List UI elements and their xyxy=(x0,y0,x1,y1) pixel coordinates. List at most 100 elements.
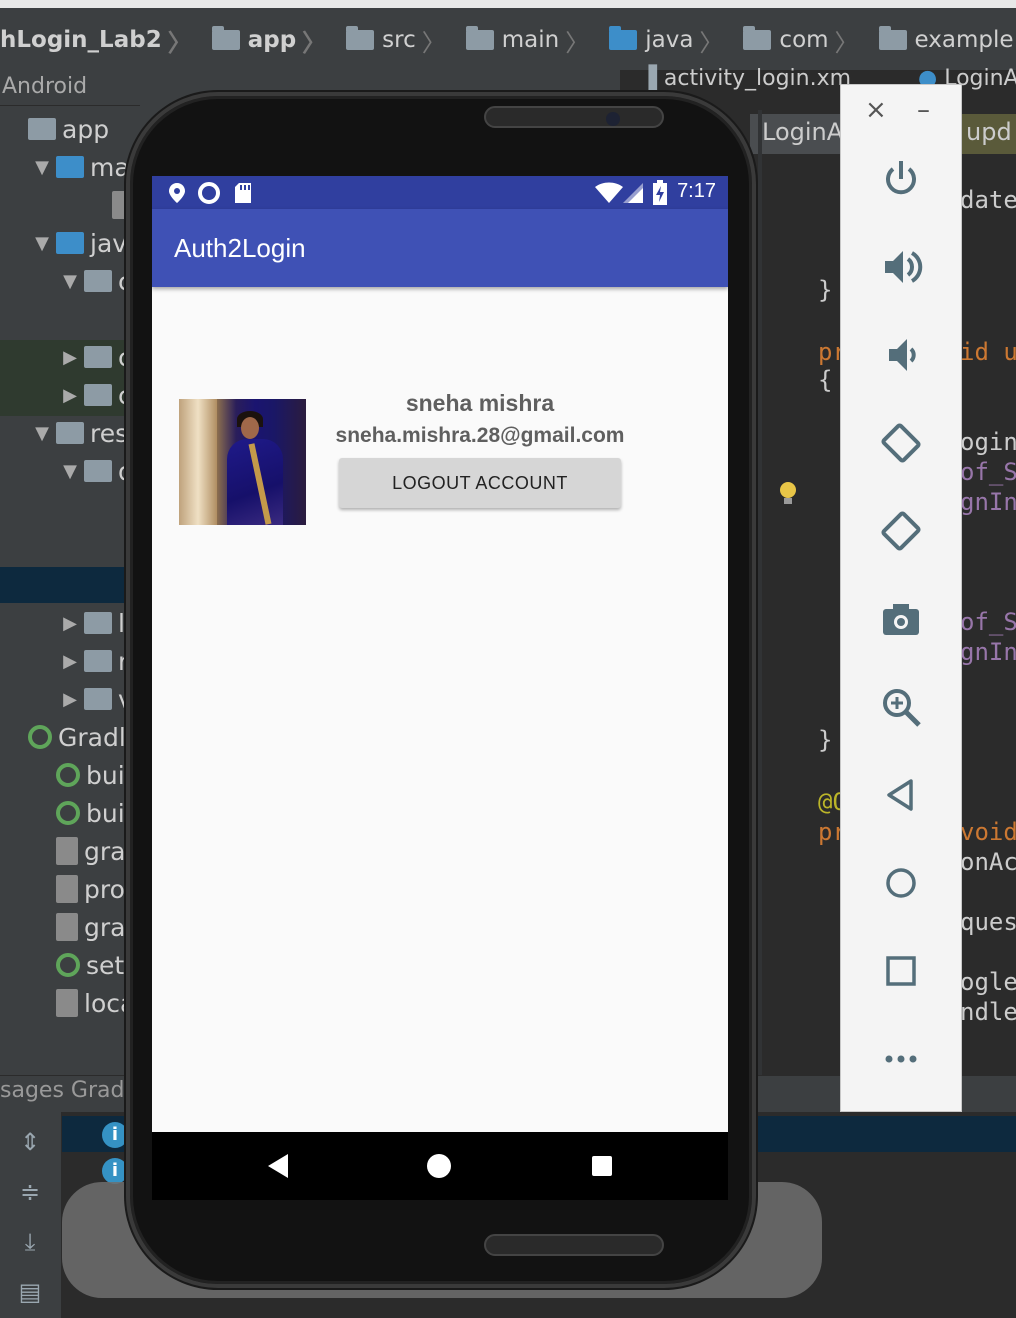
code-fragment: gnIn xyxy=(960,488,1016,516)
close-icon[interactable]: × xyxy=(865,95,887,125)
folder-icon xyxy=(84,688,112,710)
folder-icon xyxy=(84,346,112,368)
download-icon[interactable]: ⤓ xyxy=(16,1228,44,1256)
code-fragment: onAct xyxy=(960,848,1016,876)
folder-icon xyxy=(56,156,84,178)
power-icon[interactable] xyxy=(877,155,925,203)
editor-gutter xyxy=(758,110,762,1075)
breadcrumb-app[interactable]: app 〉 xyxy=(198,23,326,58)
folder-icon xyxy=(878,26,907,50)
folder-icon xyxy=(346,26,375,50)
code-fragment: quest xyxy=(960,908,1016,936)
camera-icon[interactable] xyxy=(877,595,925,643)
tree-item[interactable]: ▼ res xyxy=(28,414,128,452)
code-fragment: ogleS xyxy=(960,968,1016,996)
code-fragment: ndleS xyxy=(960,998,1016,1026)
zoom-icon[interactable] xyxy=(877,683,925,731)
status-bar: 7:17 xyxy=(152,176,728,209)
code-fragment: of_Se xyxy=(960,458,1016,486)
navigation-bar xyxy=(152,1132,728,1200)
user-email: sneha.mishra.28@gmail.com xyxy=(335,424,625,447)
tree-item[interactable]: app xyxy=(0,110,109,148)
volume-up-icon[interactable] xyxy=(877,243,925,291)
tree-item[interactable]: prog xyxy=(28,870,141,908)
nav-overview-icon[interactable] xyxy=(592,1156,612,1176)
gradle-icon xyxy=(56,763,80,787)
expand-arrow-icon[interactable]: ▼ xyxy=(28,423,56,444)
breadcrumb-project[interactable]: hLogin_Lab2 〉 xyxy=(0,23,192,58)
nav-home-icon[interactable] xyxy=(427,1154,451,1178)
minimize-icon[interactable]: – xyxy=(917,95,930,125)
collapse-arrow-icon[interactable]: ▶ xyxy=(56,347,84,368)
editor-tab-layout[interactable]: ▐ activity_login.xm xyxy=(640,66,851,91)
file-icon xyxy=(56,913,78,941)
code-fragment: date xyxy=(960,186,1016,214)
overview-icon[interactable] xyxy=(877,947,925,995)
more-icon[interactable] xyxy=(877,1035,925,1083)
info-icon: i xyxy=(102,1158,128,1184)
sd-card-icon xyxy=(235,183,251,203)
status-time: 7:17 xyxy=(677,180,716,202)
breadcrumb-main[interactable]: main 〉 xyxy=(452,23,589,58)
code-fragment: ogin xyxy=(960,428,1016,456)
app-bar: Auth2Login xyxy=(152,209,728,287)
tree-item-label: res xyxy=(90,418,129,448)
user-name: sneha mishra xyxy=(405,390,555,416)
breadcrumb-com[interactable]: com 〉 xyxy=(729,23,859,58)
gradle-icon xyxy=(28,725,52,749)
code-fragment: } xyxy=(818,726,833,754)
breadcrumb-example[interactable]: example〉 xyxy=(865,23,1016,58)
signal-icon xyxy=(623,183,643,203)
folder-icon xyxy=(84,270,112,292)
folder-icon xyxy=(84,384,112,406)
file-icon xyxy=(56,837,78,865)
nav-back-icon[interactable] xyxy=(268,1154,288,1178)
folder-icon xyxy=(84,650,112,672)
back-icon[interactable] xyxy=(877,771,925,819)
code-fragment: gnIn xyxy=(960,638,1016,666)
collapse-arrow-icon[interactable]: ▶ xyxy=(56,651,84,672)
lightbulb-icon[interactable] xyxy=(776,480,800,508)
top-speaker xyxy=(484,106,664,128)
breadcrumb-src[interactable]: src 〉 xyxy=(332,23,446,58)
bottom-tab-labels[interactable]: sages Gradl xyxy=(0,1078,131,1103)
emulator-toolbar: × – xyxy=(840,84,962,1112)
expand-arrow-icon[interactable]: ▼ xyxy=(28,233,56,254)
collapse-all-icon[interactable]: ≑ xyxy=(16,1178,44,1206)
folder-icon xyxy=(211,26,240,50)
editor-subtab-method[interactable]: upd xyxy=(960,114,1016,154)
collapse-arrow-icon[interactable]: ▶ xyxy=(56,689,84,710)
expand-all-icon[interactable]: ⇕ xyxy=(16,1128,44,1156)
code-fragment: id up xyxy=(960,338,1016,366)
file-icon xyxy=(56,989,78,1017)
rotate-left-icon[interactable] xyxy=(877,419,925,467)
folder-icon xyxy=(28,118,56,140)
expand-arrow-icon[interactable]: ▼ xyxy=(56,461,84,482)
file-icon xyxy=(56,875,78,903)
folder-icon xyxy=(743,26,772,50)
gradle-icon xyxy=(56,953,80,977)
breadcrumb-java[interactable]: java 〉 xyxy=(595,23,723,58)
folder-icon xyxy=(84,460,112,482)
tree-selection xyxy=(0,567,140,603)
expand-arrow-icon[interactable]: ▼ xyxy=(28,157,56,178)
log-toolbar: ⇕ ≑ ⤓ ▤ xyxy=(0,1112,62,1318)
code-fragment: } xyxy=(818,276,833,304)
project-panel: Android app▼manifA▼java▼co▶co▶co▼res▼dr▶… xyxy=(0,70,165,1080)
code-fragment: of_Se xyxy=(960,608,1016,636)
wifi-icon xyxy=(595,182,623,203)
rotate-right-icon[interactable] xyxy=(877,507,925,555)
collapse-arrow-icon[interactable]: ▶ xyxy=(56,613,84,634)
tree-item-label: app xyxy=(62,114,110,144)
expand-arrow-icon[interactable]: ▼ xyxy=(56,271,84,292)
code-fragment: { xyxy=(818,366,833,394)
collapse-arrow-icon[interactable]: ▶ xyxy=(56,385,84,406)
volume-down-icon[interactable] xyxy=(877,331,925,379)
folder-icon xyxy=(609,26,638,50)
export-icon[interactable]: ▤ xyxy=(16,1278,44,1306)
home-icon[interactable] xyxy=(877,859,925,907)
project-view-selector[interactable]: Android xyxy=(0,70,140,106)
logout-button[interactable]: LOGOUT ACCOUNT xyxy=(339,458,621,508)
folder-icon xyxy=(84,612,112,634)
info-icon: i xyxy=(102,1122,128,1148)
